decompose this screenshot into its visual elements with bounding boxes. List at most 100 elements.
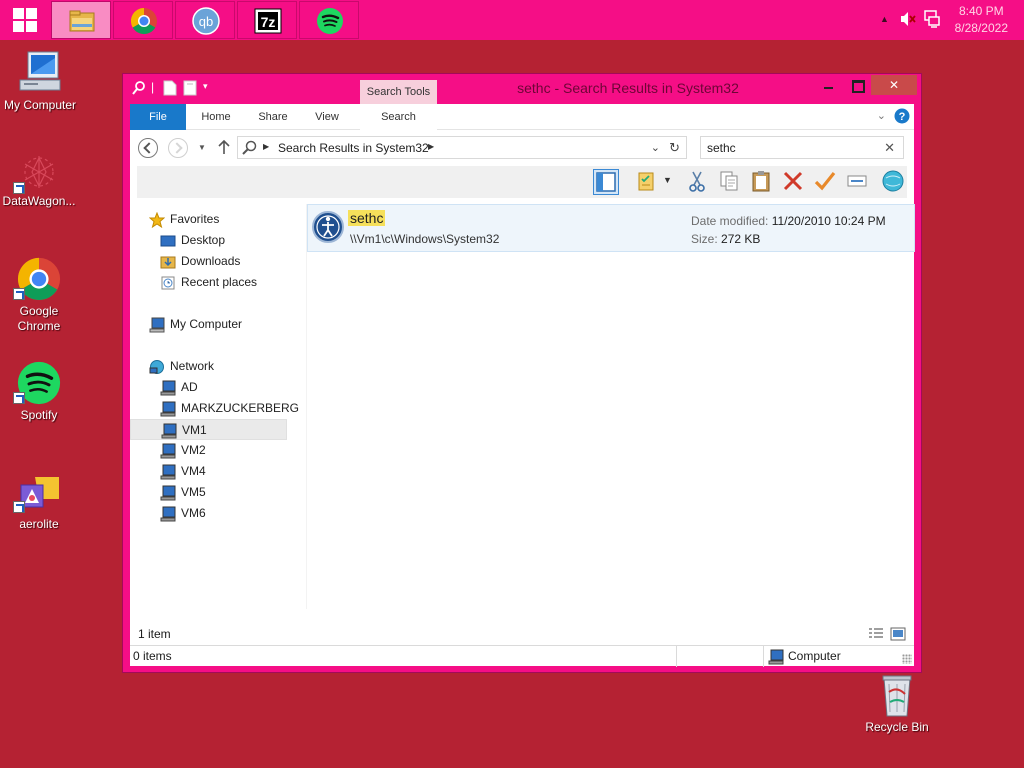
close-icon: ✕	[888, 78, 900, 92]
desktop-icon-label: Google Chrome	[17, 304, 61, 333]
desktop-icon-google-chrome[interactable]: Google Chrome	[0, 256, 79, 334]
desktop-icon-label: Spotify	[20, 408, 58, 422]
options-dropdown-icon[interactable]: ▼	[663, 175, 672, 185]
desktop-icon	[160, 235, 176, 247]
taskbar-chrome[interactable]	[113, 1, 173, 39]
forward-button[interactable]	[168, 138, 188, 158]
desktop-icon-label: DataWagon...	[2, 194, 76, 208]
address-row: ▼ ▶ Search Results in System32 ▶ ⌄ ↻ ✕	[130, 130, 914, 166]
computer-icon	[160, 485, 176, 501]
paste-button[interactable]	[749, 169, 775, 195]
desktop-icon-recycle-bin[interactable]: Recycle Bin	[857, 672, 937, 735]
copy-icon	[720, 171, 738, 191]
taskbar-spotify[interactable]	[299, 1, 359, 39]
address-dropdown-icon[interactable]: ⌄	[651, 141, 660, 154]
taskbar: qb 7z ▲ 8:40 PM 8/28/2022	[0, 0, 1024, 40]
large-icons-view-icon[interactable]	[890, 627, 906, 641]
clear-search-icon[interactable]: ✕	[884, 140, 895, 156]
svg-text:7z: 7z	[261, 14, 276, 30]
up-arrow-icon[interactable]	[218, 139, 230, 155]
copy-button[interactable]	[717, 169, 743, 195]
maximize-button[interactable]	[843, 75, 870, 95]
shortcut-arrow-icon	[13, 392, 25, 404]
details-view-icon[interactable]	[868, 627, 884, 641]
desktop-icon-spotify[interactable]: Spotify	[0, 360, 79, 423]
shortcut-arrow-icon	[13, 501, 25, 513]
minimize-button[interactable]	[815, 75, 842, 95]
resize-grip[interactable]	[902, 654, 912, 664]
new-page-icon[interactable]	[163, 80, 177, 99]
refresh-icon[interactable]: ↻	[669, 140, 680, 156]
desktop-icon-label: My Computer	[3, 98, 77, 112]
window-title: sethc - Search Results in System32	[517, 80, 739, 96]
address-bar[interactable]: ▶ Search Results in System32 ▶ ⌄ ↻	[237, 136, 687, 159]
clock-time: 8:40 PM	[958, 4, 1004, 18]
computer-icon	[160, 380, 176, 396]
star-icon	[149, 212, 165, 228]
select-button[interactable]	[845, 169, 871, 195]
cut-button[interactable]	[685, 169, 711, 195]
taskbar-qbittorrent[interactable]: qb	[175, 1, 235, 39]
desktop-icon-aerolite[interactable]: aerolite	[0, 473, 79, 532]
clock[interactable]: 8:40 PM 8/28/2022	[955, 3, 1008, 37]
desktop-icon-label: aerolite	[19, 517, 59, 531]
tab-share[interactable]: Share	[248, 104, 298, 130]
search-result-item[interactable]: sethc \\Vm1\c\Windows\System32 Date modi…	[307, 204, 915, 252]
downloads-folder-icon	[160, 256, 176, 269]
sethc-app-icon	[312, 211, 344, 243]
qat-divider: |	[151, 80, 155, 94]
desktop-icon-my-computer[interactable]: My Computer	[0, 50, 80, 113]
window-client: File Home Share View Search ⌄ ? ▼ ▶ Sear…	[130, 104, 915, 667]
breadcrumb-separator-icon[interactable]: ▶	[263, 142, 269, 151]
close-button[interactable]: ✕	[871, 75, 917, 95]
rename-button[interactable]	[813, 169, 839, 195]
qat-dropdown-icon[interactable]: ▾	[203, 81, 208, 92]
svg-text:qb: qb	[199, 14, 213, 29]
item-count: 1 item	[138, 627, 171, 641]
clipboard-icon	[752, 171, 770, 192]
volume-muted-icon[interactable]	[900, 11, 916, 27]
tab-search[interactable]: Search	[360, 104, 437, 130]
tab-file[interactable]: File	[130, 104, 186, 130]
new-folder-icon[interactable]	[183, 80, 197, 99]
scissors-icon	[689, 171, 705, 192]
show-hidden-icons-icon[interactable]: ▲	[880, 14, 889, 24]
qbittorrent-icon: qb	[192, 7, 220, 35]
network-globe-icon	[149, 360, 164, 374]
globe-icon	[882, 170, 904, 192]
taskbar-7zip[interactable]: 7z	[237, 1, 297, 39]
recent-locations-icon[interactable]: ▼	[198, 143, 206, 152]
delete-button[interactable]	[781, 169, 807, 195]
nav-network-vm1[interactable]: VM1	[130, 419, 287, 440]
window-titlebar[interactable]: | ▾ Search Tools sethc - Search Results …	[123, 74, 921, 104]
breadcrumb-search-results[interactable]: Search Results in System32	[278, 141, 429, 155]
back-button[interactable]	[138, 138, 158, 158]
computer-icon	[160, 401, 176, 417]
expand-ribbon-icon[interactable]: ⌄	[877, 109, 886, 122]
navigation-pane: Favorites Desktop Downloads Recent place…	[130, 201, 299, 609]
computer-icon	[768, 649, 784, 665]
desktop-icon-datawagon[interactable]: DataWagon...	[0, 152, 79, 209]
preview-pane-button[interactable]	[593, 169, 619, 195]
search-box[interactable]: ✕	[700, 136, 904, 159]
help-icon[interactable]: ?	[894, 108, 910, 124]
clock-date: 8/28/2022	[954, 21, 1008, 35]
computer-icon	[160, 443, 176, 459]
start-button[interactable]	[0, 0, 50, 40]
computer-icon	[161, 423, 177, 439]
network-globe-button[interactable]	[881, 169, 907, 195]
breadcrumb-separator-icon[interactable]: ▶	[428, 142, 434, 151]
network-icon[interactable]	[924, 10, 940, 28]
tab-view[interactable]: View	[304, 104, 350, 130]
bar-divider	[763, 646, 764, 667]
tab-home[interactable]: Home	[190, 104, 242, 130]
command-toolbar: ▼	[137, 166, 907, 198]
result-file-name: sethc	[348, 210, 386, 226]
search-input[interactable]	[702, 138, 872, 157]
properties-icon[interactable]	[131, 80, 147, 99]
select-all-icon	[847, 175, 867, 187]
taskbar-file-explorer[interactable]	[51, 1, 111, 39]
explorer-window: | ▾ Search Tools sethc - Search Results …	[122, 73, 922, 673]
properties-button[interactable]	[634, 169, 660, 195]
selected-count: 0 items	[133, 649, 172, 663]
